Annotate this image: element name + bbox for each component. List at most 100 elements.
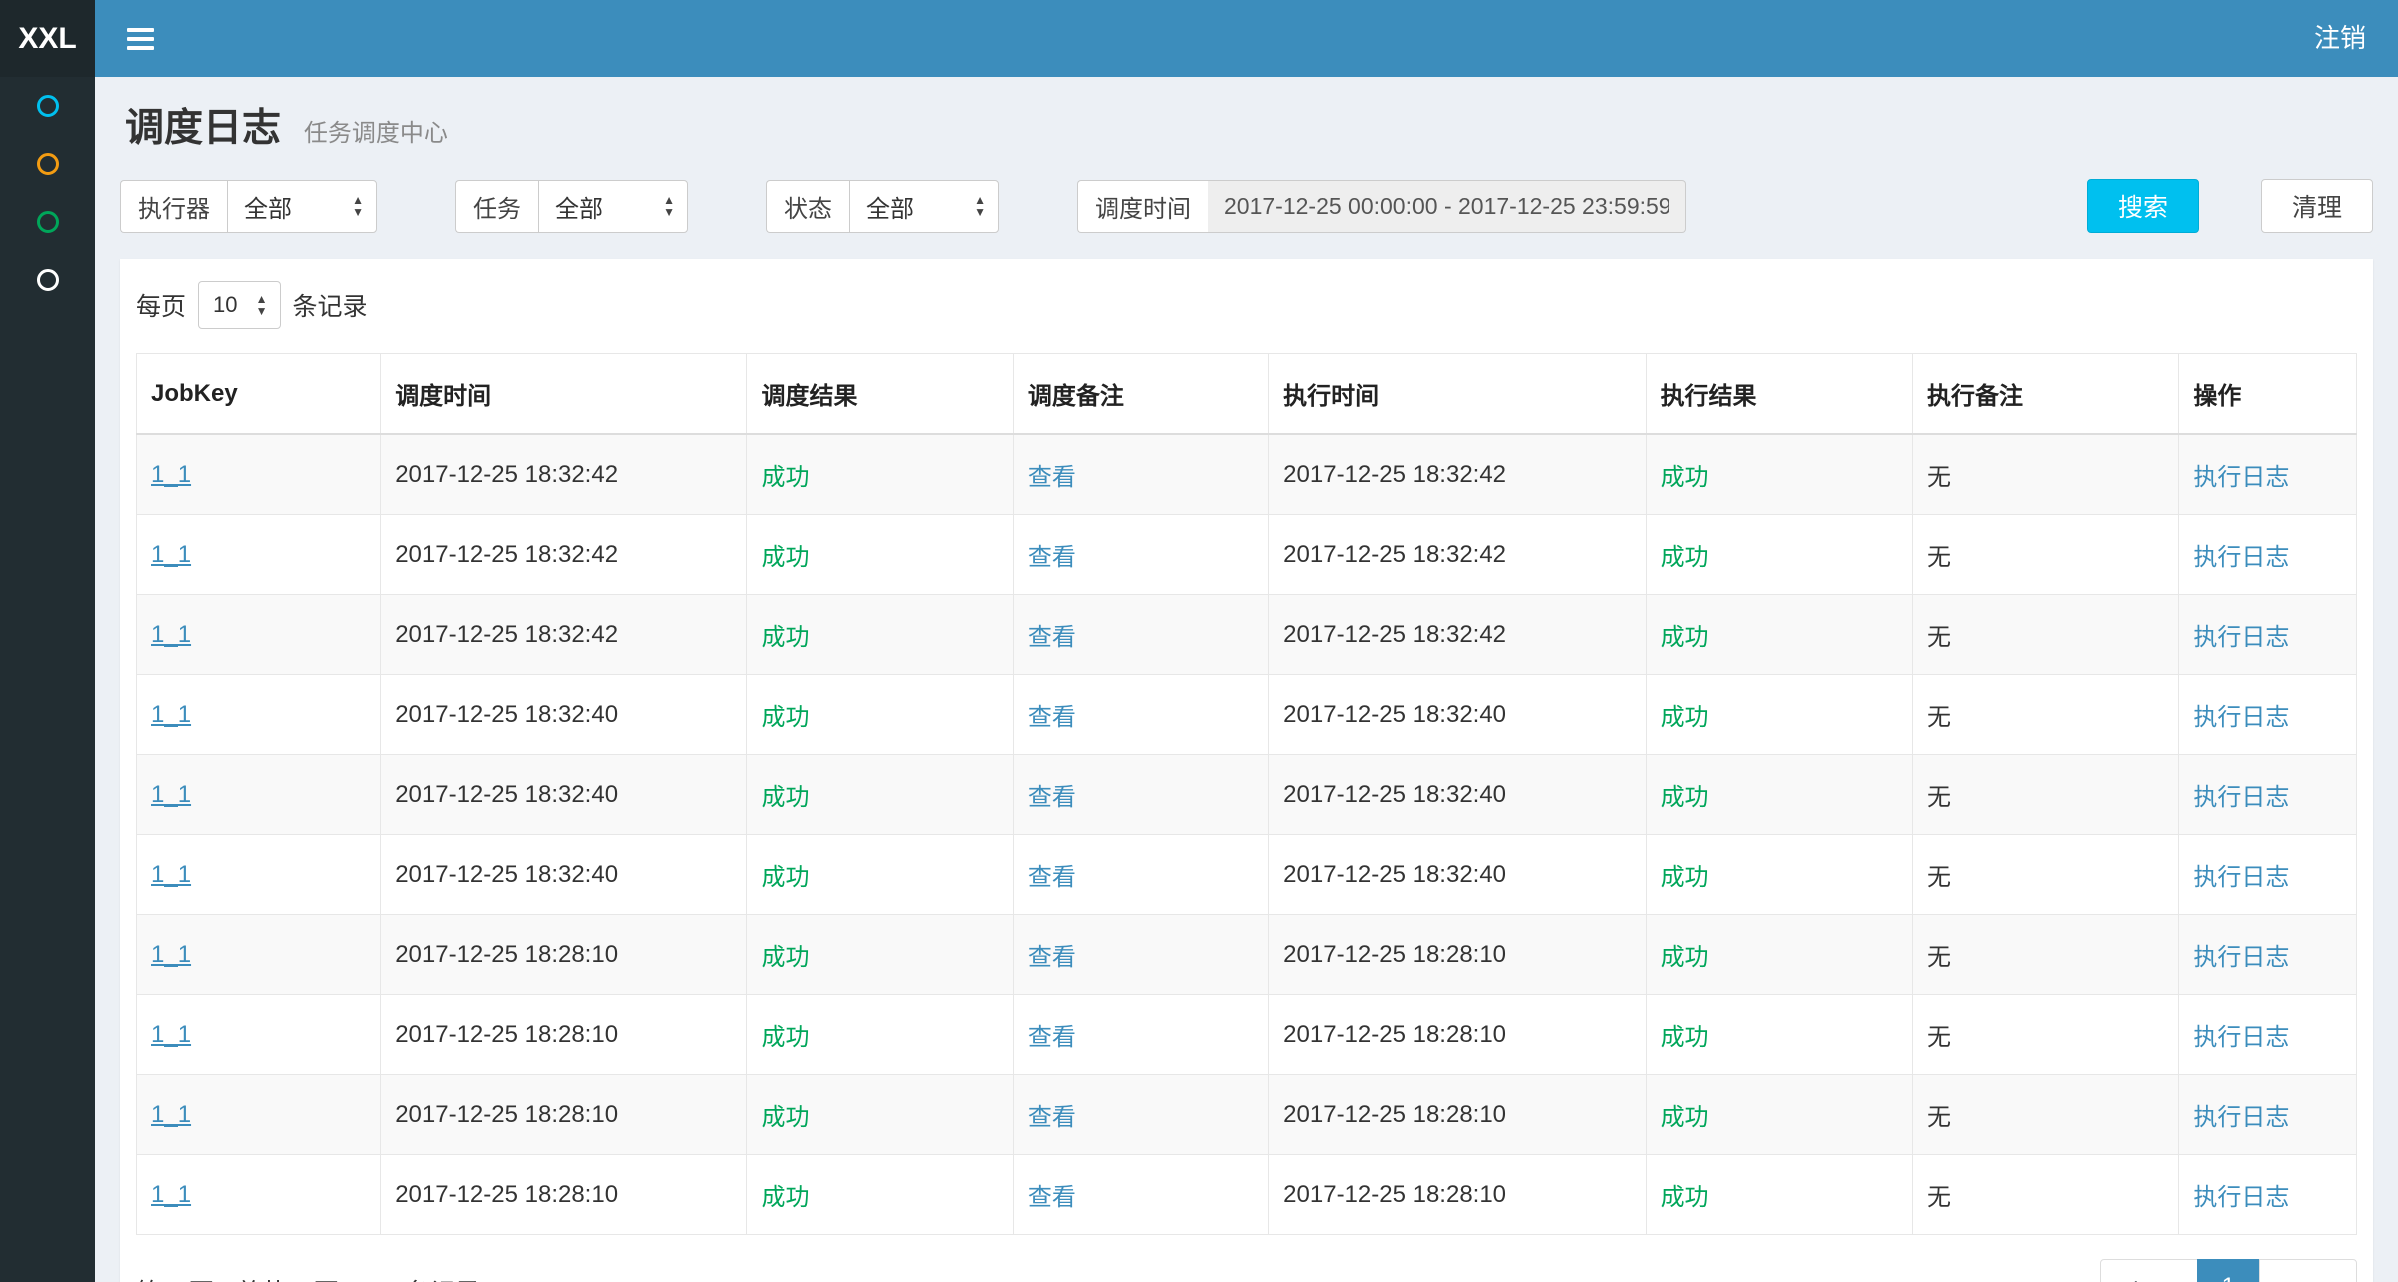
exec-log-link[interactable]: 执行日志 — [2193, 464, 2289, 491]
jobkey-link[interactable]: 1_1 — [151, 461, 191, 488]
page-summary: 第 1 页 ( 总共 1 页， 10 条记录 ) — [136, 1273, 496, 1282]
trigger-msg-link[interactable]: 查看 — [1028, 1104, 1076, 1131]
pagination-prev-button[interactable]: 上页 — [2100, 1259, 2198, 1282]
pagination-next-button[interactable]: 下页 — [2259, 1259, 2357, 1282]
trigger-msg-link[interactable]: 查看 — [1028, 544, 1076, 571]
page-subtitle: 任务调度中心 — [304, 120, 448, 147]
sidebar-toggle-button[interactable] — [95, 0, 185, 77]
jobkey-link[interactable]: 1_1 — [151, 1021, 191, 1048]
status-filter-group: 状态 全部 — [766, 180, 999, 233]
handle-result-cell: 成功 — [1646, 1075, 1912, 1155]
jobkey-link[interactable]: 1_1 — [151, 1181, 191, 1208]
handle-result-cell: 成功 — [1646, 434, 1912, 515]
trigger-msg-link[interactable]: 查看 — [1028, 624, 1076, 651]
table-row: 1_1 2017-12-25 18:32:42 成功 查看 2017-12-25… — [137, 595, 2357, 675]
handle-time-cell: 2017-12-25 18:32:42 — [1269, 434, 1646, 515]
page-size-row: 每页 10 条记录 — [136, 281, 2357, 329]
trigger-time-range-input[interactable] — [1208, 180, 1686, 233]
table-row: 1_1 2017-12-25 18:32:40 成功 查看 2017-12-25… — [137, 755, 2357, 835]
sidebar-menu-item-2[interactable] — [0, 135, 95, 193]
page-size-select[interactable]: 10 — [198, 281, 280, 329]
jobkey-link[interactable]: 1_1 — [151, 621, 191, 648]
trigger-msg-link[interactable]: 查看 — [1028, 1024, 1076, 1051]
exec-log-link[interactable]: 执行日志 — [2193, 544, 2289, 571]
status-select[interactable]: 全部 — [849, 180, 999, 233]
handle-msg-cell: 无 — [1912, 915, 2178, 995]
trigger-msg-link[interactable]: 查看 — [1028, 944, 1076, 971]
log-table-body: 1_1 2017-12-25 18:32:42 成功 查看 2017-12-25… — [137, 434, 2357, 1235]
executor-select[interactable]: 全部 — [227, 180, 377, 233]
sidebar-menu-item-1[interactable] — [0, 77, 95, 135]
clear-button[interactable]: 清理 — [2261, 179, 2373, 233]
trigger-time-cell: 2017-12-25 18:32:40 — [381, 755, 747, 835]
exec-log-link[interactable]: 执行日志 — [2193, 704, 2289, 731]
col-header-handle-msg: 执行备注 — [1912, 354, 2178, 435]
hamburger-icon — [127, 37, 154, 41]
jobkey-link[interactable]: 1_1 — [151, 541, 191, 568]
circle-icon — [37, 211, 59, 233]
handle-time-cell: 2017-12-25 18:32:42 — [1269, 595, 1646, 675]
trigger-result-cell: 成功 — [747, 595, 1013, 675]
col-header-trigger-msg: 调度备注 — [1013, 354, 1268, 435]
trigger-result-cell: 成功 — [747, 515, 1013, 595]
handle-msg-cell: 无 — [1912, 434, 2178, 515]
exec-log-link[interactable]: 执行日志 — [2193, 1024, 2289, 1051]
trigger-time-cell: 2017-12-25 18:32:42 — [381, 595, 747, 675]
exec-log-link[interactable]: 执行日志 — [2193, 864, 2289, 891]
exec-log-link[interactable]: 执行日志 — [2193, 1184, 2289, 1211]
trigger-time-cell: 2017-12-25 18:28:10 — [381, 1155, 747, 1235]
jobkey-link[interactable]: 1_1 — [151, 861, 191, 888]
table-row: 1_1 2017-12-25 18:32:40 成功 查看 2017-12-25… — [137, 835, 2357, 915]
handle-time-cell: 2017-12-25 18:32:42 — [1269, 515, 1646, 595]
sidebar-menu-item-3[interactable] — [0, 193, 95, 251]
table-row: 1_1 2017-12-25 18:32:40 成功 查看 2017-12-25… — [137, 675, 2357, 755]
sidebar-menu-item-4[interactable] — [0, 251, 95, 309]
exec-log-link[interactable]: 执行日志 — [2193, 624, 2289, 651]
trigger-msg-link[interactable]: 查看 — [1028, 704, 1076, 731]
trigger-msg-link[interactable]: 查看 — [1028, 1184, 1076, 1211]
log-table-panel: 每页 10 条记录 JobKey 调度时间 调度结果 调度备注 执行时间 执行结… — [120, 259, 2373, 1282]
handle-msg-cell: 无 — [1912, 995, 2178, 1075]
handle-msg-cell: 无 — [1912, 1075, 2178, 1155]
handle-result-cell: 成功 — [1646, 595, 1912, 675]
trigger-result-cell: 成功 — [747, 1075, 1013, 1155]
jobkey-link[interactable]: 1_1 — [151, 941, 191, 968]
trigger-msg-link[interactable]: 查看 — [1028, 464, 1076, 491]
exec-log-link[interactable]: 执行日志 — [2193, 1104, 2289, 1131]
job-select-value: 全部 — [555, 189, 603, 224]
search-button[interactable]: 搜索 — [2087, 179, 2199, 233]
trigger-time-cell: 2017-12-25 18:28:10 — [381, 915, 747, 995]
trigger-result-cell: 成功 — [747, 995, 1013, 1075]
page-title: 调度日志 — [125, 107, 281, 150]
handle-time-cell: 2017-12-25 18:28:10 — [1269, 1075, 1646, 1155]
trigger-time-cell: 2017-12-25 18:32:40 — [381, 675, 747, 755]
trigger-result-cell: 成功 — [747, 835, 1013, 915]
main-content: 调度日志 任务调度中心 执行器 全部 任务 全部 状态 全部 — [95, 77, 2398, 1282]
logout-link[interactable]: 注销 — [2282, 0, 2398, 77]
select-arrows-icon — [974, 194, 986, 218]
handle-msg-cell: 无 — [1912, 1155, 2178, 1235]
app-logo[interactable]: XXL — [0, 0, 95, 77]
exec-log-link[interactable]: 执行日志 — [2193, 944, 2289, 971]
job-filter-group: 任务 全部 — [455, 180, 688, 233]
trigger-time-filter-group: 调度时间 — [1077, 180, 1686, 233]
handle-result-cell: 成功 — [1646, 755, 1912, 835]
handle-time-cell: 2017-12-25 18:32:40 — [1269, 835, 1646, 915]
pagination-page-1[interactable]: 1 — [2197, 1259, 2260, 1282]
handle-result-cell: 成功 — [1646, 675, 1912, 755]
top-navbar: XXL 注销 — [0, 0, 2398, 77]
trigger-msg-link[interactable]: 查看 — [1028, 784, 1076, 811]
page-size-value: 10 — [213, 292, 237, 318]
trigger-result-cell: 成功 — [747, 434, 1013, 515]
jobkey-link[interactable]: 1_1 — [151, 701, 191, 728]
trigger-time-cell: 2017-12-25 18:32:40 — [381, 835, 747, 915]
col-header-jobkey: JobKey — [137, 354, 381, 435]
trigger-msg-link[interactable]: 查看 — [1028, 864, 1076, 891]
jobkey-link[interactable]: 1_1 — [151, 781, 191, 808]
sidebar-menu — [0, 77, 95, 309]
jobkey-link[interactable]: 1_1 — [151, 1101, 191, 1128]
log-table: JobKey 调度时间 调度结果 调度备注 执行时间 执行结果 执行备注 操作 … — [136, 353, 2357, 1235]
exec-log-link[interactable]: 执行日志 — [2193, 784, 2289, 811]
handle-result-cell: 成功 — [1646, 515, 1912, 595]
job-select[interactable]: 全部 — [538, 180, 688, 233]
